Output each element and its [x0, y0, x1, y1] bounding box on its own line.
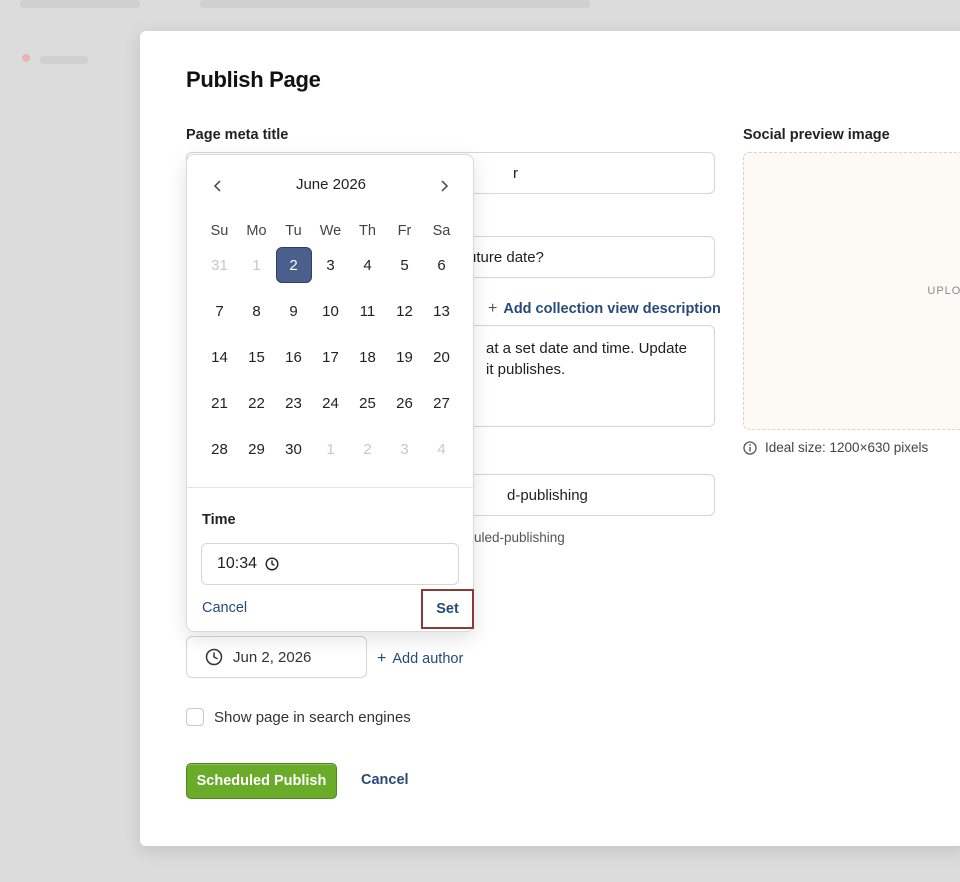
calendar-day[interactable]: 22	[239, 385, 275, 421]
calendar-day[interactable]: 3	[313, 247, 349, 283]
plus-icon: +	[377, 650, 387, 667]
meta-title-value: r	[513, 164, 518, 182]
calendar-day[interactable]: 24	[313, 385, 349, 421]
search-engine-checkbox[interactable]	[186, 708, 204, 726]
calendar-week-row: 7 8 9 10 11 12 13	[201, 293, 461, 339]
slug-value: d-publishing	[507, 486, 588, 504]
calendar-day-selected[interactable]: 2	[275, 247, 312, 283]
cancel-button[interactable]: Cancel	[361, 772, 409, 788]
weekday-label: Mo	[246, 223, 267, 239]
search-engine-label: Show page in search engines	[214, 708, 411, 726]
calendar-day[interactable]: 5	[387, 247, 423, 283]
calendar-day[interactable]: 2	[350, 431, 386, 467]
publish-date-value: Jun 2, 2026	[233, 648, 312, 666]
calendar-day[interactable]: 13	[424, 293, 460, 329]
calendar-day[interactable]: 14	[202, 339, 238, 375]
date-picker-popover: June 2026 Su Mo Tu We Th Fr Sa 31 1 2 3 4 5 6 7…	[186, 154, 474, 632]
picker-cancel-button[interactable]: Cancel	[202, 600, 247, 616]
upload-label: UPLOAD	[927, 285, 960, 297]
calendar-week-row: 14 15 16 17 18 19 20	[201, 339, 461, 385]
background-indicator	[22, 54, 30, 62]
add-collection-description-label: Add collection view description	[503, 301, 721, 317]
calendar-day[interactable]: 16	[276, 339, 312, 375]
calendar-day[interactable]: 6	[424, 247, 460, 283]
weekday-label: Su	[210, 223, 229, 239]
background-toolbar	[0, 0, 960, 30]
search-engine-option[interactable]: Show page in search engines	[186, 708, 411, 726]
calendar-day[interactable]: 12	[387, 293, 423, 329]
slug-helper-text: uled-publishing	[474, 530, 565, 545]
calendar-day[interactable]: 19	[387, 339, 423, 375]
calendar-day[interactable]: 4	[350, 247, 386, 283]
calendar-week-row: 28 29 30 1 2 3 4	[201, 431, 461, 477]
info-icon	[743, 440, 757, 455]
date-picker-header: June 2026	[187, 173, 475, 199]
calendar-day[interactable]: 30	[276, 431, 312, 467]
calendar-day[interactable]: 10	[313, 293, 349, 329]
calendar-day[interactable]: 31	[202, 247, 238, 283]
social-image-upload[interactable]: UPLOAD	[743, 152, 960, 430]
chevron-right-icon	[441, 180, 449, 192]
weekday-label: Fr	[397, 223, 412, 239]
background-label	[40, 56, 88, 64]
calendar-day[interactable]: 15	[239, 339, 275, 375]
calendar-day[interactable]: 23	[276, 385, 312, 421]
calendar-day[interactable]: 1	[239, 247, 275, 283]
calendar-day[interactable]: 1	[313, 431, 349, 467]
calendar-day[interactable]: 9	[276, 293, 312, 329]
meta-title-label: Page meta title	[186, 127, 289, 143]
add-author-label: Add author	[392, 651, 464, 667]
weekday-label: Tu	[285, 223, 302, 239]
calendar-day[interactable]: 4	[424, 431, 460, 467]
time-label: Time	[202, 512, 236, 528]
picker-set-button[interactable]: Set	[421, 589, 474, 629]
add-author-button[interactable]: + Add author	[377, 650, 463, 668]
calendar-day[interactable]: 27	[424, 385, 460, 421]
calendar-day[interactable]: 26	[387, 385, 423, 421]
calendar-day[interactable]: 18	[350, 339, 386, 375]
calendar-day[interactable]: 3	[387, 431, 423, 467]
social-preview-label: Social preview image	[743, 127, 890, 143]
scheduled-publish-button[interactable]: Scheduled Publish	[186, 763, 337, 799]
calendar-week-row: 31 1 2 3 4 5 6	[201, 247, 461, 293]
time-value: 10:34	[217, 555, 258, 572]
calendar-day[interactable]: 8	[239, 293, 275, 329]
divider	[187, 487, 473, 488]
description-line-2: it publishes.	[486, 361, 566, 378]
clock-icon[interactable]	[265, 557, 279, 571]
weekday-label: We	[319, 223, 342, 239]
calendar-day[interactable]: 7	[202, 293, 238, 329]
image-size-hint-text: Ideal size: 1200×630 pixels	[765, 440, 929, 455]
calendar-day[interactable]: 29	[239, 431, 275, 467]
weekday-label: Th	[359, 223, 376, 239]
weekday-label: Sa	[432, 223, 451, 239]
publish-date-button[interactable]: Jun 2, 2026	[186, 636, 367, 678]
calendar-day[interactable]: 28	[202, 431, 238, 467]
modal-title: Publish Page	[186, 67, 321, 92]
calendar-day[interactable]: 21	[202, 385, 238, 421]
month-label: June 2026	[295, 176, 367, 193]
calendar-day[interactable]: 20	[424, 339, 460, 375]
calendar-week-row: 21 22 23 24 25 26 27	[201, 385, 461, 431]
add-collection-description-button[interactable]: + Add collection view description	[488, 300, 721, 318]
calendar-day[interactable]: 17	[313, 339, 349, 375]
weekday-header: Su Mo Tu We Th Fr Sa	[201, 223, 461, 239]
image-size-hint: Ideal size: 1200×630 pixels	[743, 440, 928, 455]
clock-icon	[205, 648, 223, 666]
calendar-day[interactable]: 25	[350, 385, 386, 421]
time-input[interactable]: 10:34	[201, 543, 459, 585]
excerpt-value: uture date?	[468, 248, 544, 266]
plus-icon: +	[488, 300, 498, 317]
next-month-button[interactable]	[433, 175, 455, 197]
calendar-day[interactable]: 11	[350, 293, 386, 329]
description-line-1: at a set date and time. Update	[486, 340, 687, 357]
